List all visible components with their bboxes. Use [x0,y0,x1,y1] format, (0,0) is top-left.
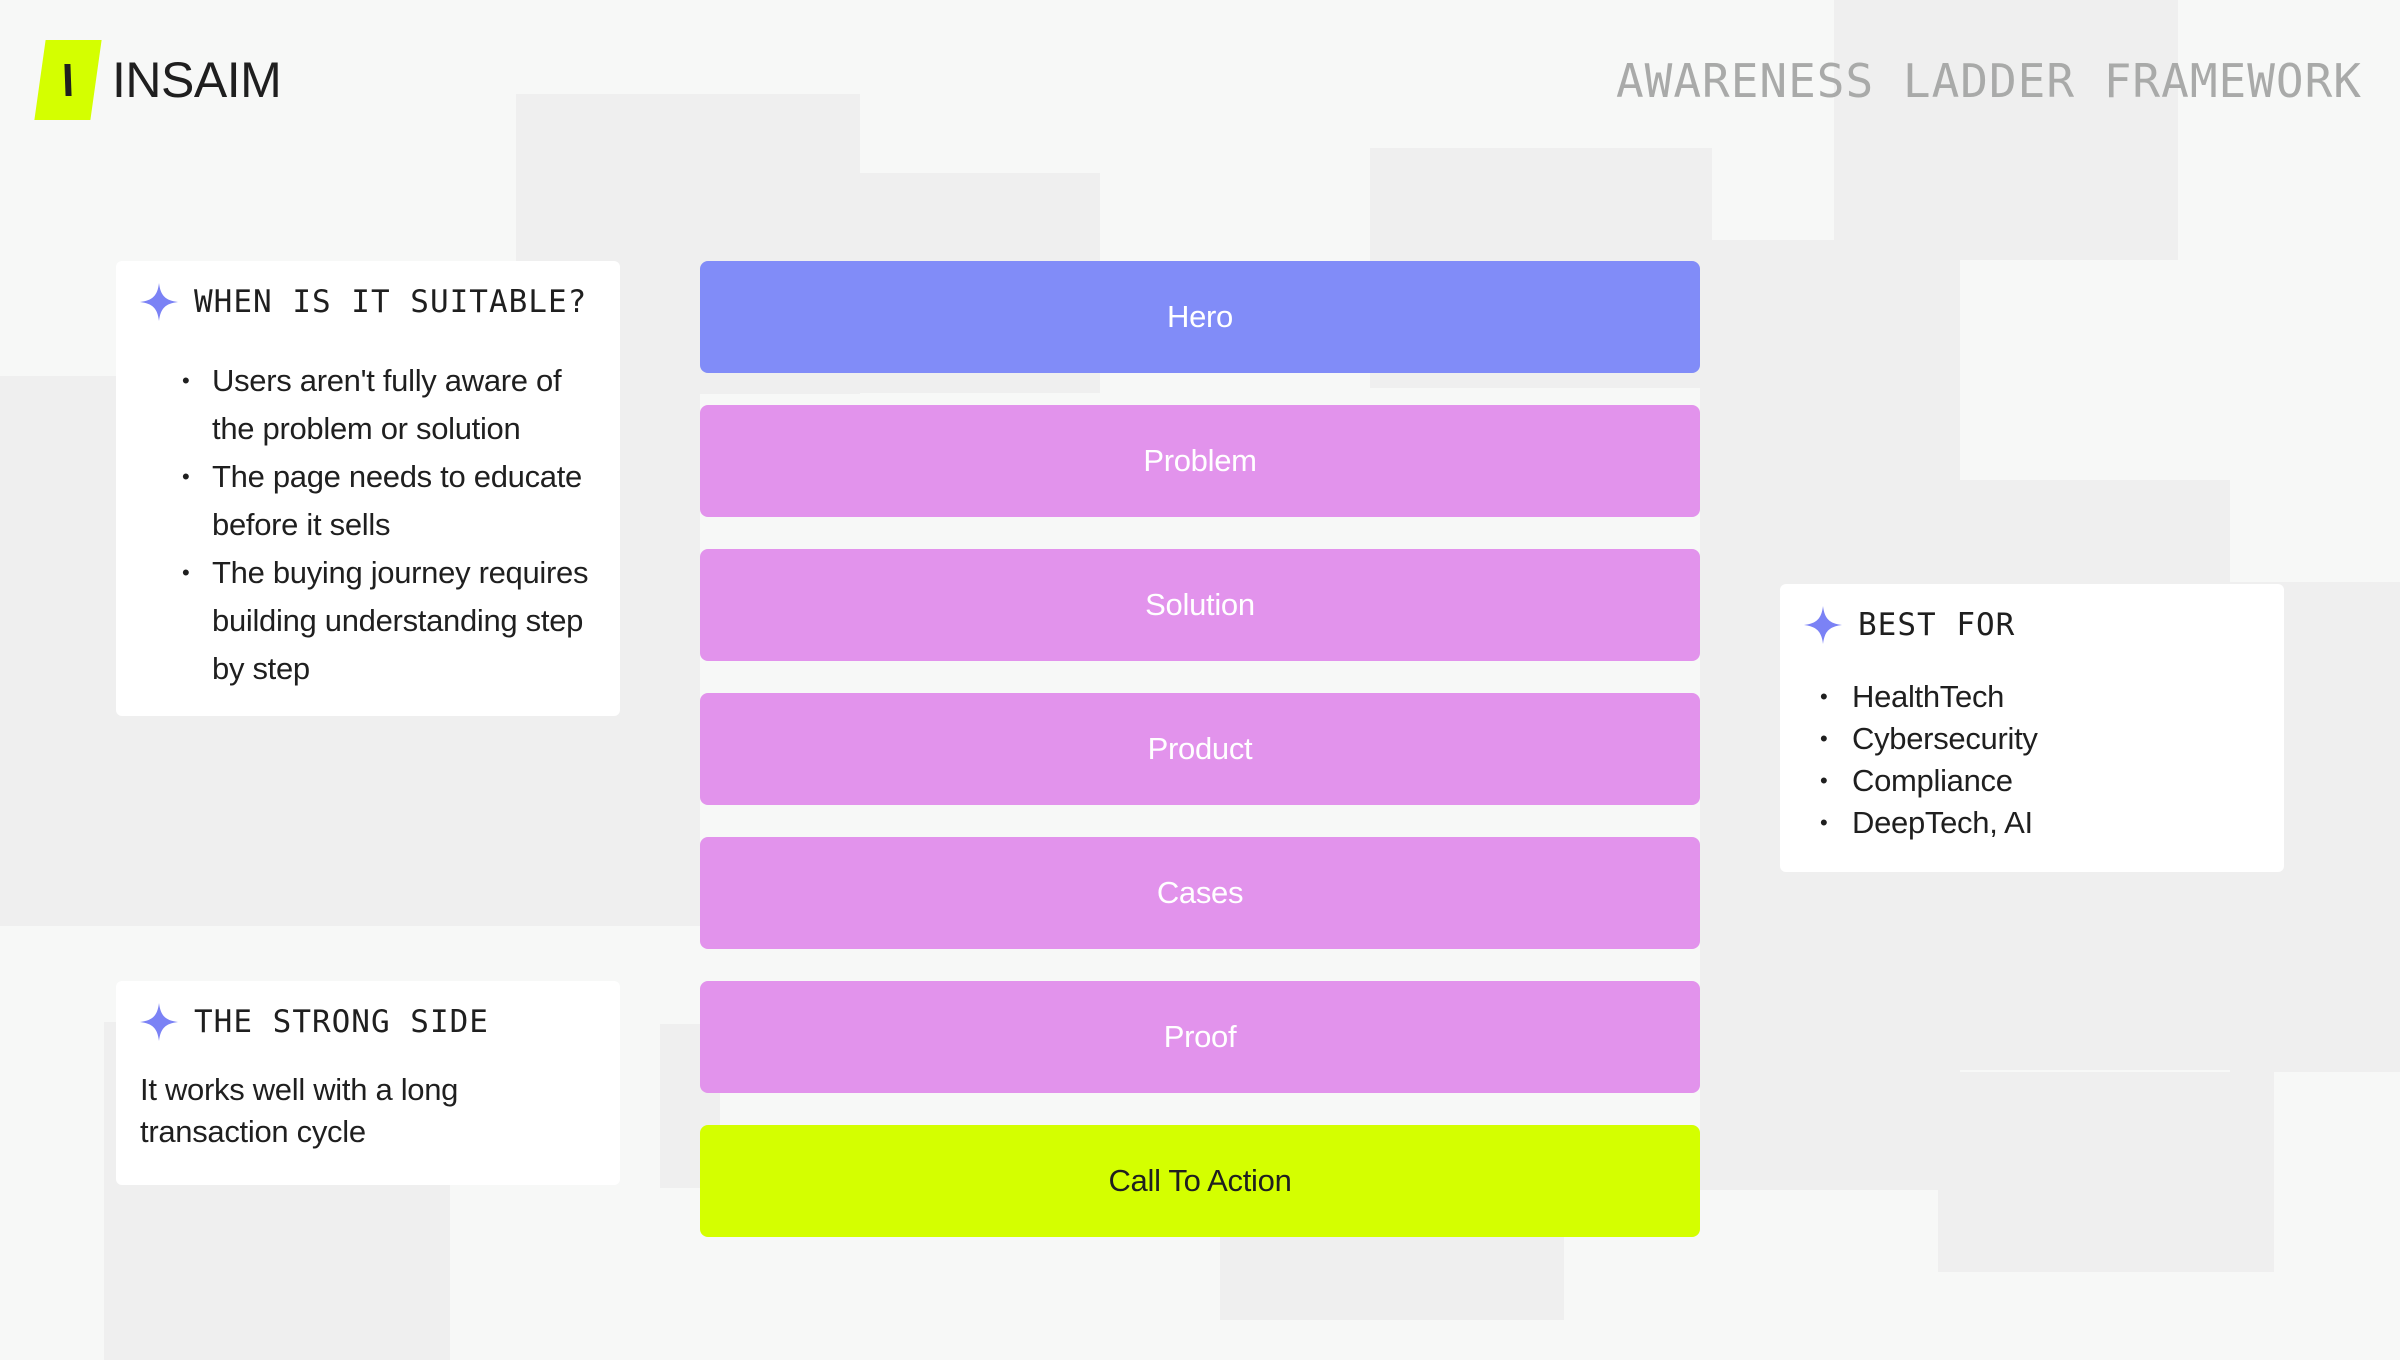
ladder-step-product[interactable]: Product [700,693,1700,805]
card-title: WHEN IS IT SUITABLE? [194,284,588,320]
card-header: BEST FOR [1804,606,2260,644]
card-title: BEST FOR [1858,607,2016,643]
card-title: THE STRONG SIDE [194,1004,489,1040]
list-item: Cybersecurity [1804,718,2260,760]
page-title: AWARENESS LADDER FRAMEWORK [1615,54,2362,108]
ladder-step-call-to-action[interactable]: Call To Action [700,1125,1700,1237]
sparkle-icon [1804,606,1842,644]
card-header: WHEN IS IT SUITABLE? [140,283,596,321]
awareness-ladder: Hero Problem Solution Product Cases Proo… [700,261,1700,1269]
ladder-step-solution[interactable]: Solution [700,549,1700,661]
card-header: THE STRONG SIDE [140,1003,596,1041]
brand-name: INSAIM [112,52,282,108]
list-item: DeepTech, AI [1804,802,2260,844]
background-block [1938,1072,2274,1272]
best-for-list: HealthTech Cybersecurity Compliance Deep… [1804,676,2260,844]
sparkle-icon [140,283,178,321]
list-item: Compliance [1804,760,2260,802]
sparkle-icon [140,1003,178,1041]
list-item: Users aren't fully aware of the problem … [140,357,596,453]
list-item: HealthTech [1804,676,2260,718]
when-suitable-card: WHEN IS IT SUITABLE? Users aren't fully … [116,261,620,716]
brand-logo[interactable]: INSAIM [34,40,282,120]
list-item: The buying journey requires building und… [140,549,596,693]
ladder-step-cases[interactable]: Cases [700,837,1700,949]
slash-icon [64,64,72,96]
ladder-step-problem[interactable]: Problem [700,405,1700,517]
list-item: The page needs to educate before it sell… [140,453,596,549]
background-block [1834,0,2178,260]
ladder-step-hero[interactable]: Hero [700,261,1700,373]
suitability-list: Users aren't fully aware of the problem … [140,357,596,693]
strong-side-text: It works well with a long transaction cy… [140,1072,459,1149]
strong-side-card: THE STRONG SIDE It works well with a lon… [116,981,620,1185]
best-for-card: BEST FOR HealthTech Cybersecurity Compli… [1780,584,2284,872]
logo-mark [34,40,102,120]
ladder-step-proof[interactable]: Proof [700,981,1700,1093]
